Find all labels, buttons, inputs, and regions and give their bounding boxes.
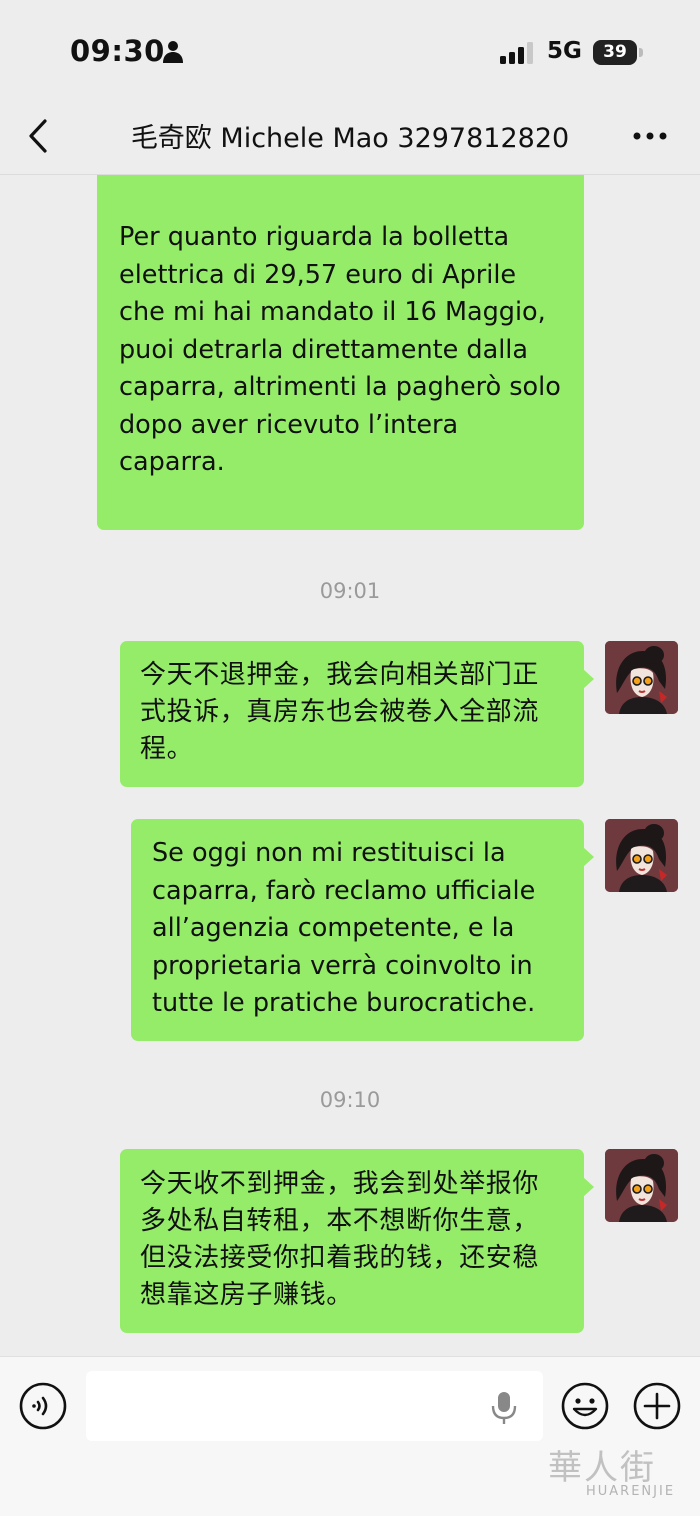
watermark-cn: 華人街 (548, 1448, 656, 1488)
person-icon (163, 41, 183, 63)
message-text: Se oggi non mi restituisci la caparra, f… (152, 838, 544, 1018)
avatar-portrait (605, 1149, 678, 1222)
message-text: 今天收不到押金，我会到处举报你多处私自转租，本不想断你生意，但没法接受你扣着我的… (140, 1169, 540, 1310)
message-text: 今天不退押金，我会向相关部门正式投诉，真房东也会被卷入全部流程。 (140, 660, 540, 764)
network-label: 5G (547, 38, 582, 64)
chat-header: 毛奇欧 Michele Mao 3297812820 (0, 100, 700, 174)
avatar[interactable] (605, 1149, 678, 1222)
message-input[interactable] (86, 1371, 543, 1441)
avatar[interactable] (605, 641, 678, 714)
message-timestamp: 09:10 (319, 1088, 381, 1112)
more-icon[interactable] (632, 130, 668, 142)
avatar-portrait (605, 819, 678, 892)
message-bubble[interactable]: 今天收不到押金，我会到处举报你多处私自转租，本不想断你生意，但没法接受你扣着我的… (120, 1149, 594, 1333)
message-bubble[interactable]: 今天不退押金，我会向相关部门正式投诉，真房东也会被卷入全部流程。 (120, 641, 594, 787)
watermark-logo: 華人街 HUARENJIE (548, 1440, 698, 1510)
signal-icon (500, 42, 533, 64)
status-time: 09:30 (70, 34, 165, 68)
watermark-en: HUARENJIE (586, 1484, 676, 1499)
message-timestamp: 09:01 (319, 579, 381, 603)
message-bubble[interactable]: tutto. Per quanto riguarda la bolletta e… (97, 175, 584, 530)
voice-icon[interactable] (18, 1381, 68, 1431)
chat-area[interactable]: tutto. Per quanto riguarda la bolletta e… (0, 175, 700, 1356)
battery-level: 39 (593, 40, 637, 65)
avatar-portrait (605, 641, 678, 714)
avatar[interactable] (605, 819, 678, 892)
back-icon[interactable] (26, 118, 52, 154)
microphone-icon[interactable] (490, 1390, 518, 1426)
chat-title[interactable]: 毛奇欧 Michele Mao 3297812820 (80, 116, 620, 155)
message-bubble[interactable]: Se oggi non mi restituisci la caparra, f… (131, 819, 594, 1041)
plus-icon[interactable] (632, 1381, 682, 1431)
emoji-icon[interactable] (560, 1381, 610, 1431)
battery-icon: 39 (593, 40, 643, 65)
status-bar: 09:30 5G 39 (0, 0, 700, 100)
message-text: tutto. Per quanto riguarda la bolletta e… (119, 175, 561, 477)
